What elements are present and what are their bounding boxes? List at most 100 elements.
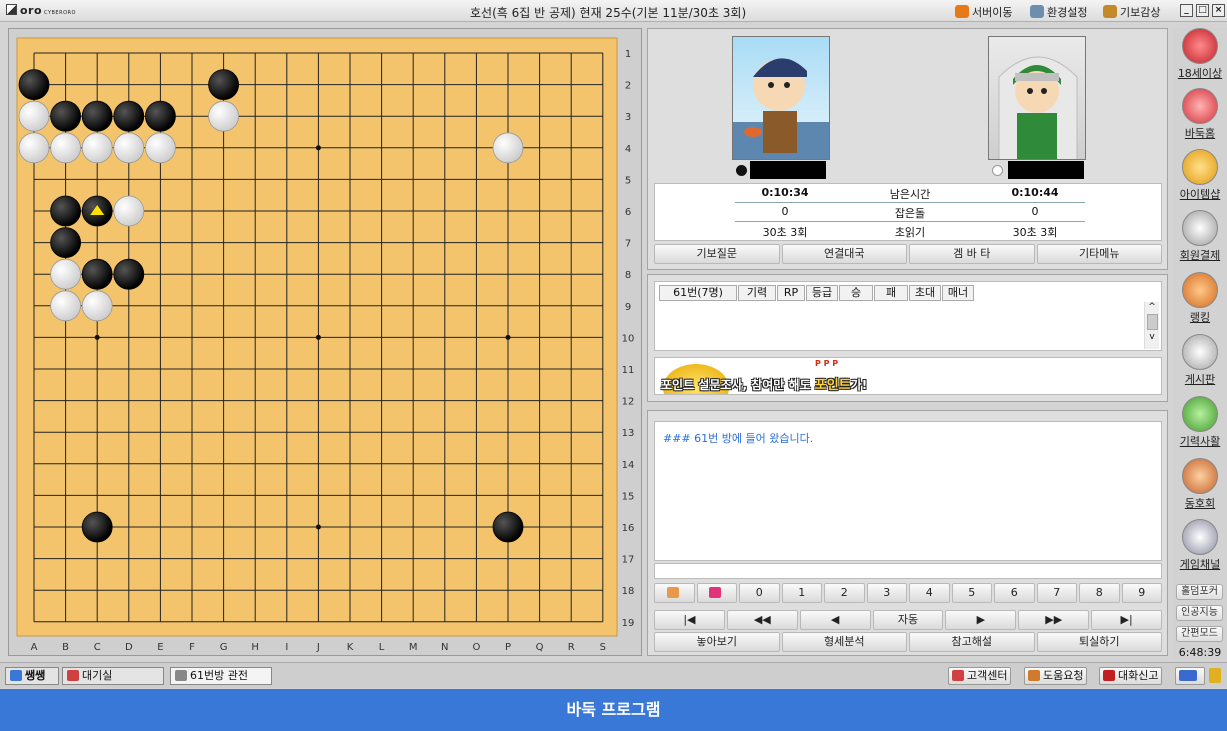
leave-room-button[interactable]: 퇴실하기	[1036, 632, 1162, 652]
num-3-button[interactable]: 3	[866, 583, 907, 603]
emoticon-button[interactable]	[654, 583, 695, 603]
col-wins[interactable]: 승	[839, 285, 873, 301]
first-move-button[interactable]: |◀	[654, 610, 725, 630]
col-invite[interactable]: 초대	[909, 285, 941, 301]
col-losses[interactable]: 패	[874, 285, 908, 301]
forward-button[interactable]: ▶	[945, 610, 1017, 630]
sidebar-label: 아이템샵	[1179, 188, 1221, 201]
black-player-name	[750, 161, 826, 179]
sidebar-item-club[interactable]: 동호회	[1173, 458, 1227, 511]
back-button[interactable]: ◀	[799, 610, 871, 630]
server-move-link[interactable]: 서버이동	[955, 4, 1012, 20]
customer-center-button[interactable]: 고객센터	[948, 667, 1012, 685]
close-button[interactable]: ×	[1212, 4, 1225, 17]
maximize-button[interactable]: □	[1196, 4, 1209, 17]
col-rank[interactable]: 기력	[738, 285, 776, 301]
phone-icon	[952, 670, 964, 681]
num-7-button[interactable]: 7	[1036, 583, 1077, 603]
fast-forward-button[interactable]: ▶▶	[1018, 610, 1090, 630]
black-stone	[18, 69, 50, 100]
help-request-button[interactable]: 도움요청	[1024, 667, 1088, 685]
scroll-down-icon[interactable]: v	[1145, 332, 1159, 342]
row-label: 9	[625, 302, 631, 313]
col-label: J	[316, 642, 320, 653]
holdem-poker-button[interactable]: 홀덤포커	[1176, 584, 1223, 600]
user-list-scrollbar[interactable]: ^ v	[1144, 302, 1159, 349]
position-analysis-button[interactable]: 형세분석	[781, 632, 907, 652]
app-logo: oro CYBERORO	[6, 4, 76, 17]
black-stone-indicator	[736, 165, 747, 176]
shop-box-icon	[1182, 149, 1218, 185]
gift-button[interactable]	[696, 583, 737, 603]
clock: 6:48:39	[1178, 646, 1222, 659]
try-placement-button[interactable]: 놓아보기	[654, 632, 780, 652]
game-record-link[interactable]: 기보감상	[1103, 4, 1160, 20]
room-users-panel: 61번(7명) 기력 RP 등급 승 패 초대 매너 ^ v P P P 포인트…	[647, 274, 1168, 402]
other-menu-button[interactable]: 기타메뉴	[1036, 244, 1162, 264]
num-8-button[interactable]: 8	[1079, 583, 1120, 603]
num-6-button[interactable]: 6	[994, 583, 1035, 603]
speaker-icon[interactable]	[1209, 668, 1221, 683]
col-label: I	[285, 642, 288, 653]
num-0-button[interactable]: 0	[739, 583, 780, 603]
help-icon	[1028, 670, 1040, 681]
black-time: 0:10:34	[761, 186, 809, 199]
display-toggle-button[interactable]	[1175, 667, 1205, 685]
auto-play-button[interactable]: 자동	[872, 610, 944, 630]
fast-back-button[interactable]: ◀◀	[726, 610, 798, 630]
col-label: M	[409, 642, 418, 653]
col-grade[interactable]: 등급	[806, 285, 838, 301]
room-61-tab[interactable]: 61번방 관전	[170, 667, 272, 685]
minimize-button[interactable]: _	[1180, 4, 1193, 17]
num-1-button[interactable]: 1	[781, 583, 822, 603]
sidebar-item-baduk-home[interactable]: 바둑홈	[1173, 88, 1227, 141]
sidebar-item-item-shop[interactable]: 아이템샵	[1173, 149, 1227, 202]
game-question-button[interactable]: 기보질문	[654, 244, 780, 264]
col-manner[interactable]: 매너	[942, 285, 974, 301]
reference-commentary-button[interactable]: 참고해설	[909, 632, 1035, 652]
waiting-room-label: 대기실	[82, 669, 113, 682]
server-move-label: 서버이동	[972, 6, 1013, 19]
book-icon	[1182, 396, 1218, 432]
simple-mode-button[interactable]: 간편모드	[1176, 626, 1223, 642]
num-2-button[interactable]: 2	[824, 583, 865, 603]
col-room[interactable]: 61번(7명)	[659, 285, 737, 301]
game-bata-button[interactable]: 겜 바 타	[909, 244, 1035, 264]
last-move-button[interactable]: ▶|	[1091, 610, 1163, 630]
num-9-button[interactable]: 9	[1121, 583, 1162, 603]
linked-game-button[interactable]: 연결대국	[781, 244, 907, 264]
speed-tab[interactable]: 쌩쌩	[5, 667, 59, 685]
sidebar-item-board[interactable]: 게시판	[1173, 334, 1227, 387]
report-chat-button[interactable]: 대화신고	[1099, 667, 1163, 685]
chat-input[interactable]	[654, 563, 1162, 579]
settings-link[interactable]: 환경설정	[1030, 4, 1087, 20]
ad-banner[interactable]: P P P 포인트 설문조사, 참여만 해도 포인트가!	[654, 357, 1162, 395]
chat-control-panel: ### 61번 방에 들어 왔습니다. 0 1 2 3 4 5 6 7 8 9 …	[647, 410, 1168, 656]
sidebar-label: 회원결제	[1179, 249, 1221, 262]
ai-button[interactable]: 인공지능	[1176, 605, 1223, 621]
black-stone	[144, 100, 176, 132]
num-5-button[interactable]: 5	[951, 583, 992, 603]
logo-subtext: CYBERORO	[44, 10, 76, 16]
sidebar-label: 게임채널	[1179, 558, 1221, 571]
white-stone	[18, 132, 50, 164]
logo-icon	[6, 4, 17, 15]
col-rp[interactable]: RP	[777, 285, 805, 301]
black-stone	[81, 258, 113, 290]
sidebar-item-payment[interactable]: 회원결제	[1173, 210, 1227, 263]
go-board[interactable]: A B C D E F G H I J K L M N O P Q R S123456789101112131415…	[9, 29, 643, 657]
col-label: S	[600, 642, 606, 653]
sidebar-item-game-channel[interactable]: 게임채널	[1173, 519, 1227, 572]
sidebar-item-life-death[interactable]: 기력사활	[1173, 396, 1227, 449]
white-stone	[144, 132, 176, 164]
row-label: 19	[622, 618, 635, 629]
white-byoyomi: 30초 3회	[1012, 226, 1058, 239]
scroll-thumb[interactable]	[1146, 314, 1158, 330]
num-4-button[interactable]: 4	[909, 583, 950, 603]
scroll-up-icon[interactable]: ^	[1145, 302, 1159, 312]
report-icon	[1103, 670, 1115, 681]
sidebar-item-adult[interactable]: 18세이상	[1173, 28, 1227, 81]
window-title: 호선(흑 6집 반 공제) 현재 25수(기본 11분/30초 3회)	[470, 6, 747, 20]
waiting-room-tab[interactable]: 대기실	[62, 667, 164, 685]
sidebar-item-ranking[interactable]: 랭킹	[1173, 272, 1227, 325]
